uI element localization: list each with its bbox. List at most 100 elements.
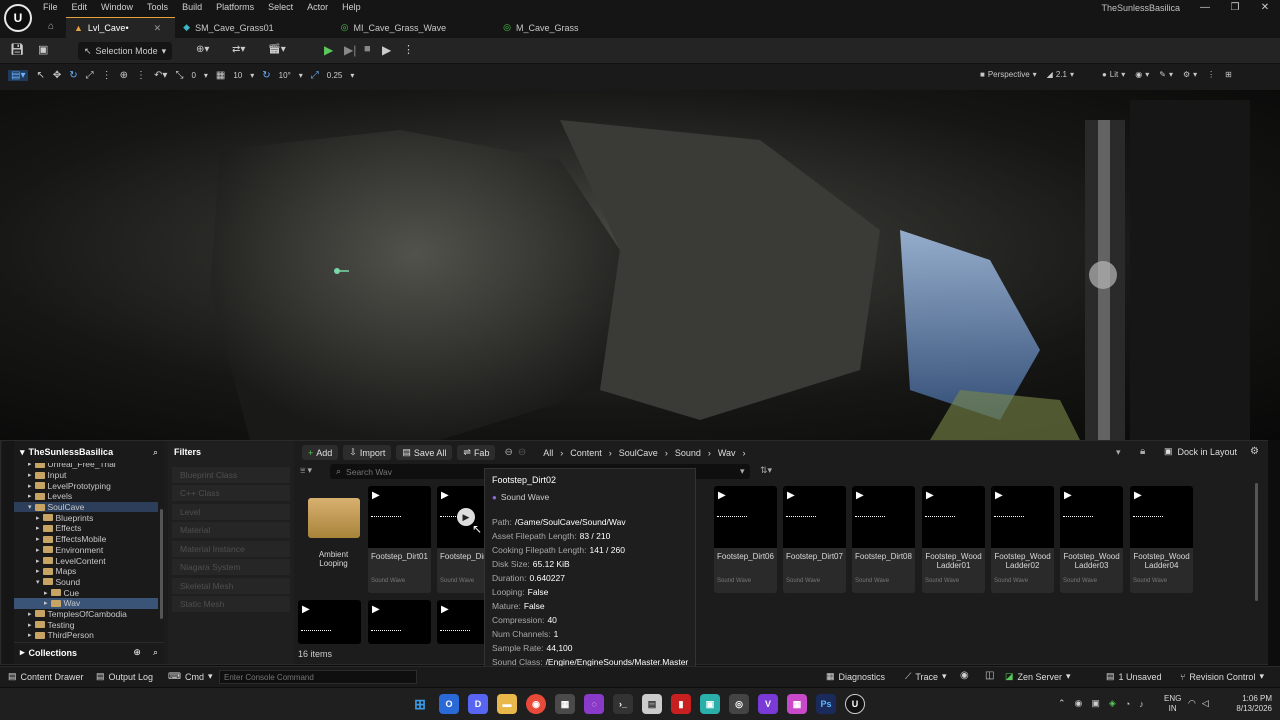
- play-icon[interactable]: ▶: [441, 604, 449, 615]
- app-icon-7[interactable]: ▦: [787, 694, 807, 714]
- folder-tile[interactable]: Ambient Looping: [302, 486, 365, 593]
- perspective-button[interactable]: ■ Perspective ▾: [980, 70, 1037, 79]
- terminal-icon[interactable]: ›_: [613, 694, 633, 714]
- save-all-button[interactable]: ▤ Save All: [396, 445, 453, 460]
- level-viewport[interactable]: [0, 90, 1280, 440]
- tab-sm-cave-grass[interactable]: ◆ SM_Cave_Grass01: [175, 17, 332, 38]
- unsaved-button[interactable]: ▤ 1 Unsaved: [1106, 671, 1162, 682]
- file-explorer-icon[interactable]: ▬: [497, 694, 517, 714]
- chevron-icon[interactable]: ▸: [28, 610, 32, 618]
- breadcrumb-sound[interactable]: Sound: [675, 448, 701, 458]
- world-icon[interactable]: ⊕: [120, 70, 128, 81]
- camera-icon[interactable]: ◫: [985, 670, 994, 681]
- play-icon[interactable]: ▶: [718, 490, 726, 501]
- blueprint-icon[interactable]: ⇄▾: [232, 44, 245, 55]
- chevron-icon[interactable]: ▸: [28, 471, 32, 479]
- diagnostics-button[interactable]: ▦ Diagnostics: [826, 671, 885, 682]
- chevron-icon[interactable]: ▾: [28, 503, 32, 511]
- tray-icon-4[interactable]: ◔: [1125, 699, 1130, 709]
- add-collection-icon[interactable]: ⊕: [133, 647, 141, 658]
- app-icon-1[interactable]: ▦: [555, 694, 575, 714]
- close-icon[interactable]: ✕: [1250, 0, 1280, 13]
- sound-wave-tile[interactable]: ▶ Footstep_Wood Ladder04 Sound Wave: [1130, 486, 1193, 593]
- stop-icon[interactable]: ■: [364, 43, 371, 55]
- play-icon[interactable]: ▶: [441, 490, 449, 501]
- play-icon[interactable]: ▶: [302, 604, 310, 615]
- output-log-button[interactable]: ▤ Output Log: [96, 671, 153, 682]
- clock[interactable]: 1:06 PM 8/13/2026: [1226, 694, 1272, 714]
- sound-wave-tile[interactable]: ▶: [368, 600, 431, 644]
- add-actor-icon[interactable]: ⊕▾: [196, 44, 209, 55]
- forward-icon[interactable]: ⊖: [518, 447, 526, 458]
- home-icon[interactable]: ⌂: [48, 21, 54, 32]
- minimize-icon[interactable]: —: [1190, 0, 1220, 13]
- microphone-icon[interactable]: ♪: [1139, 699, 1144, 709]
- lit-button[interactable]: ● Lit ▾: [1102, 70, 1125, 79]
- tree-folder-item[interactable]: ▸ EffectsMobile: [14, 534, 158, 545]
- chevron-icon[interactable]: ▸: [28, 621, 32, 629]
- fab-button[interactable]: ⇌ Fab: [457, 445, 496, 460]
- tree-folder-item[interactable]: ▸ LevelPrototyping: [14, 480, 158, 491]
- cmd-button[interactable]: ⌨ Cmd ▾: [168, 671, 213, 682]
- grid-scrollbar[interactable]: [1255, 483, 1258, 601]
- chevron-icon[interactable]: ▸: [36, 524, 40, 532]
- tab-m-cave-grass[interactable]: ◎ M_Cave_Grass: [495, 17, 592, 38]
- play-icon[interactable]: ▶: [1134, 490, 1142, 501]
- tree-folder-item[interactable]: ▸ Wav: [14, 597, 158, 609]
- chevron-up-icon[interactable]: ⌃: [1058, 698, 1066, 709]
- play-icon[interactable]: ▶: [372, 604, 380, 615]
- close-tab-icon[interactable]: ✕: [154, 23, 162, 34]
- viewport-menu-icon[interactable]: ▤▾: [8, 70, 29, 81]
- tree-folder-item[interactable]: ▾ SoulCave: [14, 501, 158, 513]
- console-command-input[interactable]: [219, 670, 417, 684]
- chevron-icon[interactable]: ▸: [28, 463, 32, 468]
- import-button[interactable]: ⇩ Import: [343, 445, 392, 460]
- tree-folder-item[interactable]: ▸ Environment: [14, 545, 158, 556]
- discord-icon[interactable]: D: [468, 694, 488, 714]
- search-icon[interactable]: ⌕: [153, 447, 158, 458]
- menu-platforms[interactable]: Platforms: [209, 0, 261, 15]
- more-icon[interactable]: ⋮: [102, 70, 112, 81]
- step-icon[interactable]: ▶|: [344, 43, 356, 57]
- chevron-down-icon[interactable]: ▾: [740, 466, 745, 477]
- menu-select[interactable]: Select: [261, 0, 300, 15]
- app-icon-2[interactable]: ◌: [584, 694, 604, 714]
- filter-item[interactable]: Niagara System: [172, 559, 290, 575]
- layout-icon[interactable]: ⊞: [1225, 70, 1232, 79]
- photoshop-icon[interactable]: Ps: [816, 694, 836, 714]
- menu-file[interactable]: File: [36, 0, 65, 15]
- lock-icon[interactable]: 🔒︎: [1140, 446, 1145, 457]
- filter-item[interactable]: C++ Class: [172, 485, 290, 501]
- pencil-button[interactable]: ✎ ▾: [1159, 70, 1173, 79]
- more-icon-2[interactable]: ⋮: [136, 70, 146, 81]
- scale-snap-icon[interactable]: ⤢: [311, 70, 319, 81]
- filter-item[interactable]: Material: [172, 522, 290, 538]
- sound-wave-tile[interactable]: ▶ Footstep_Wood Ladder03 Sound Wave: [1060, 486, 1123, 593]
- tree-folder-item[interactable]: ▸ TemplesOfCambodia: [14, 609, 158, 620]
- play-icon[interactable]: ▶: [372, 490, 380, 501]
- chevron-icon[interactable]: ▸: [44, 589, 48, 597]
- menu-actor[interactable]: Actor: [300, 0, 335, 15]
- sound-wave-tile[interactable]: ▶ Footstep_Dirt08 Sound Wave: [852, 486, 915, 593]
- settings-gear-icon[interactable]: ⚙: [1250, 446, 1259, 457]
- tree-root[interactable]: ▾ TheSunlessBasilica ⌕: [14, 441, 164, 463]
- chevron-icon[interactable]: ▸: [36, 567, 40, 575]
- chevron-icon[interactable]: ▸: [28, 482, 32, 490]
- tray-status[interactable]: ◠ ◁: [1188, 698, 1209, 709]
- grid-icon[interactable]: ▦: [216, 70, 225, 81]
- rotation-snap-icon[interactable]: ↻: [262, 70, 270, 81]
- maximize-icon[interactable]: ❐: [1220, 0, 1250, 13]
- sort-icon[interactable]: ⇅▾: [760, 465, 772, 476]
- settings-button[interactable]: ⚙ ▾: [1183, 70, 1197, 79]
- filter-item[interactable]: Skeletal Mesh: [172, 577, 290, 594]
- play-icon[interactable]: ▶: [324, 43, 333, 57]
- chevron-icon[interactable]: ▸: [36, 535, 40, 543]
- scale-snap-value[interactable]: 0.25: [327, 71, 343, 80]
- tray-icon-3[interactable]: ◈: [1109, 698, 1116, 709]
- content-icon[interactable]: ▣: [38, 43, 48, 56]
- surface-snap-icon[interactable]: ↶▾: [154, 70, 167, 81]
- app-icon-4[interactable]: ▮: [671, 694, 691, 714]
- dock-in-layout-button[interactable]: ▣ Dock in Layout: [1164, 446, 1237, 457]
- tray-icon-1[interactable]: ◉: [1075, 698, 1083, 709]
- collections-header[interactable]: ▸ Collections ⊕ ⌕: [14, 642, 164, 662]
